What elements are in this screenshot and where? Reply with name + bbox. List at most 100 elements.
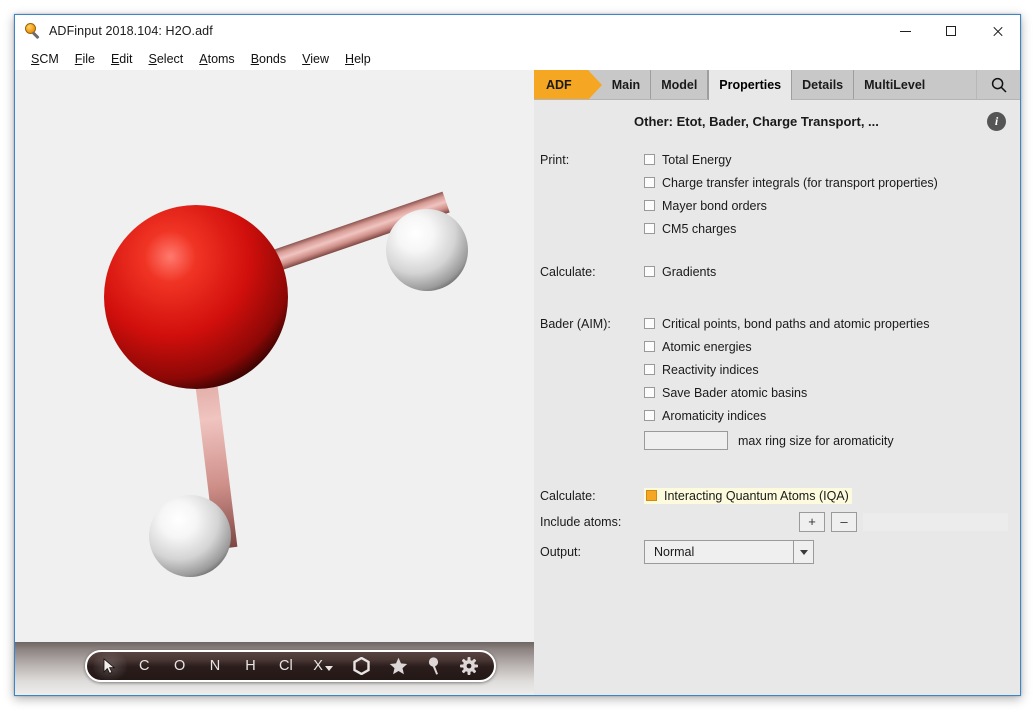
atom-button-c[interactable]: C — [127, 652, 162, 680]
menu-item-atoms[interactable]: Atoms — [191, 50, 242, 68]
cursor-arrow-glyph — [103, 658, 116, 674]
minimize-button[interactable] — [882, 15, 928, 47]
close-button[interactable] — [974, 15, 1020, 47]
menu-item-bonds[interactable]: Bonds — [243, 50, 294, 68]
window-title: ADFinput 2018.104: H2O.adf — [49, 24, 213, 38]
group-label-print: Print: — [540, 152, 570, 167]
group-label-bader: Bader (AIM): — [540, 316, 611, 331]
checkbox-critical-points[interactable]: Critical points, bond paths and atomic p… — [644, 317, 930, 331]
properties-form: Print: Total Energy Charge transfer inte… — [534, 148, 1020, 569]
page-title: Other: Etot, Bader, Charge Transport, ..… — [634, 114, 879, 129]
form-row-gradients: Calculate: Gradients — [534, 260, 1020, 283]
chevron-down-icon — [324, 666, 333, 671]
menu-item-edit[interactable]: Edit — [103, 50, 141, 68]
checkbox-reactivity-indices[interactable]: Reactivity indices — [644, 363, 759, 377]
star-icon[interactable] — [380, 652, 417, 680]
gear-icon[interactable] — [451, 652, 488, 680]
close-icon — [992, 26, 1003, 37]
benzene-ring-glyph — [353, 657, 370, 675]
output-selected-value: Normal — [654, 545, 695, 559]
title-bar: ADFinput 2018.104: H2O.adf — [15, 15, 1020, 47]
search-icon[interactable] — [976, 70, 1020, 99]
checkbox-aromaticity-indices[interactable]: Aromaticity indices — [644, 409, 766, 423]
checkbox-label: Critical points, bond paths and atomic p… — [662, 316, 930, 331]
checkbox-label: Charge transfer integrals (for transport… — [662, 175, 938, 190]
checkbox-label: Reactivity indices — [662, 362, 759, 377]
chevron-down-icon[interactable] — [793, 541, 813, 563]
atom-button-h[interactable]: H — [233, 652, 268, 680]
form-row-max-ring-size: max ring size for aromaticity — [534, 427, 1020, 454]
tab-properties[interactable]: Properties — [708, 70, 793, 100]
form-row-save-basins: Save Bader atomic basins — [534, 381, 1020, 404]
atom-button-cl[interactable]: Cl — [268, 652, 303, 680]
tab-details[interactable]: Details — [792, 70, 855, 99]
checkbox-label: Aromaticity indices — [662, 408, 767, 423]
form-row-critical-points: Bader (AIM): Critical points, bond paths… — [534, 312, 1020, 335]
form-row-atomic-energies: Atomic energies — [534, 335, 1020, 358]
menu-item-scm[interactable]: SCM — [23, 50, 67, 68]
molecule-viewport[interactable] — [15, 70, 534, 642]
checkbox-label: Total Energy — [662, 152, 732, 167]
minimize-icon — [899, 30, 911, 32]
tab-model[interactable]: Model — [651, 70, 709, 99]
atom-button-o[interactable]: O — [162, 652, 197, 680]
checkbox-box — [644, 341, 655, 352]
max-ring-size-input[interactable] — [644, 431, 728, 450]
checkbox-label: Mayer bond orders — [662, 198, 767, 213]
output-dropdown[interactable]: Normal — [644, 540, 814, 564]
checkbox-box — [644, 266, 655, 277]
checkbox-label: Gradients — [662, 264, 717, 279]
checkbox-gradients[interactable]: Gradients — [644, 265, 716, 279]
menu-item-help[interactable]: Help — [337, 50, 379, 68]
magnifier-orange-icon — [25, 23, 41, 39]
tab-main[interactable]: Main — [601, 70, 652, 99]
form-row-cm5: CM5 charges — [534, 217, 1020, 240]
add-atom-button[interactable]: + — [799, 511, 825, 532]
caret-glyph — [799, 549, 808, 555]
remove-atom-button[interactable]: – — [831, 511, 857, 532]
group-label-calculate: Calculate: — [540, 264, 596, 279]
checkbox-cm5-charges[interactable]: CM5 charges — [644, 222, 736, 236]
include-atoms-field[interactable] — [863, 512, 1008, 531]
checkbox-total-energy[interactable]: Total Energy — [644, 153, 731, 167]
checkbox-box — [646, 490, 657, 501]
checkbox-box — [644, 364, 655, 375]
star-glyph — [389, 657, 408, 675]
checkbox-mayer-bond-orders[interactable]: Mayer bond orders — [644, 199, 767, 213]
maximize-button[interactable] — [928, 15, 974, 47]
checkbox-box — [644, 200, 655, 211]
atom-button-n[interactable]: N — [197, 652, 232, 680]
menu-item-view[interactable]: View — [294, 50, 337, 68]
tab-adf[interactable]: ADF — [534, 70, 602, 100]
gear-glyph — [460, 657, 479, 675]
checkbox-charge-transfer-integrals[interactable]: Charge transfer integrals (for transport… — [644, 176, 938, 190]
application-window: ADFinput 2018.104: H2O.adf SCM File Edit… — [14, 14, 1021, 696]
form-row-mayer: Mayer bond orders — [534, 194, 1020, 217]
form-row-reactivity-indices: Reactivity indices — [534, 358, 1020, 381]
checkbox-box — [644, 410, 655, 421]
checkbox-label: CM5 charges — [662, 221, 737, 236]
checkbox-box — [644, 387, 655, 398]
tab-multilevel[interactable]: MultiLevel — [854, 70, 936, 99]
tab-bar: ADF Main Model Properties Details MultiL… — [534, 70, 1020, 100]
output-label: Output: — [540, 545, 581, 559]
benzene-ring-icon[interactable] — [343, 652, 380, 680]
menu-item-file[interactable]: File — [67, 50, 103, 68]
cursor-arrow-icon[interactable] — [93, 652, 127, 680]
checkbox-label: Atomic energies — [662, 339, 752, 354]
molecule-3d-render — [104, 191, 468, 577]
checkbox-box — [644, 177, 655, 188]
max-ring-size-label: max ring size for aromaticity — [738, 433, 894, 448]
form-row-print: Print: Total Energy — [534, 148, 1020, 171]
pin-icon[interactable] — [417, 652, 451, 680]
menu-item-select[interactable]: Select — [141, 50, 192, 68]
properties-panel: ADF Main Model Properties Details MultiL… — [534, 70, 1020, 695]
search-glyph — [991, 77, 1007, 93]
checkbox-box — [644, 318, 655, 329]
checkbox-save-bader-atomic-basins[interactable]: Save Bader atomic basins — [644, 386, 807, 400]
checkbox-atomic-energies[interactable]: Atomic energies — [644, 340, 752, 354]
panel-body: Other: Etot, Bader, Charge Transport, ..… — [534, 100, 1020, 695]
atom-button-other-dropdown[interactable]: X — [304, 652, 343, 680]
checkbox-interacting-quantum-atoms[interactable]: Interacting Quantum Atoms (IQA) — [644, 487, 852, 504]
info-icon[interactable]: i — [987, 112, 1006, 131]
